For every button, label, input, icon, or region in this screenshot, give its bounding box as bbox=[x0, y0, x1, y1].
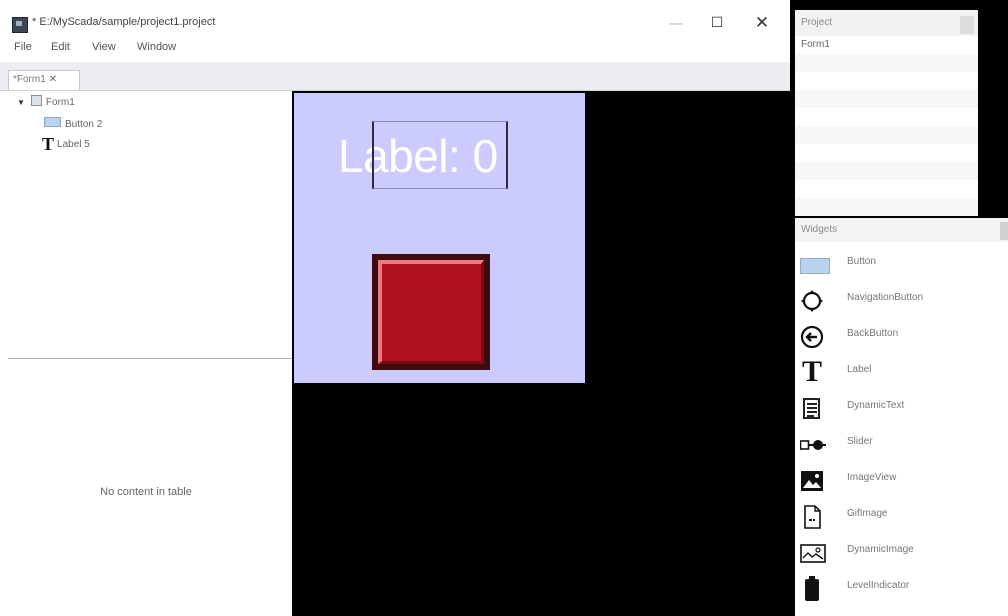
widget-label[interactable]: T Label bbox=[795, 354, 1008, 390]
tree-item-label: Form1 bbox=[45, 97, 75, 108]
list-row-empty bbox=[795, 90, 978, 108]
menu-window[interactable]: Window bbox=[137, 41, 176, 53]
project-panel: Project Form1 bbox=[795, 10, 978, 216]
minimize-button[interactable]: — bbox=[659, 10, 693, 36]
menu-file[interactable]: File bbox=[14, 41, 32, 53]
element-tree: ▼ Form1 Button 2 T Label 5 bbox=[0, 91, 292, 358]
tab-form1[interactable]: *Form1 ✕ bbox=[8, 70, 80, 90]
dynamic-image-icon bbox=[800, 541, 826, 565]
button-icon bbox=[800, 253, 830, 277]
button-icon bbox=[44, 117, 61, 127]
widget-navigation-button[interactable]: NavigationButton bbox=[795, 282, 1008, 318]
expand-arrow-icon[interactable]: ▼ bbox=[17, 98, 25, 107]
widget-level-indicator[interactable]: LevelIndicator bbox=[795, 570, 1008, 606]
window-title: * E:/MyScada/sample/project1.project bbox=[32, 16, 216, 28]
maximize-button[interactable]: ☐ bbox=[700, 10, 734, 36]
scrollbar[interactable] bbox=[1000, 222, 1008, 240]
image-icon bbox=[800, 469, 824, 493]
button-face bbox=[378, 260, 484, 364]
design-canvas[interactable]: Label: 0 bbox=[292, 91, 790, 616]
close-icon[interactable]: ✕ bbox=[49, 74, 57, 85]
menu-edit[interactable]: Edit bbox=[51, 41, 70, 53]
widget-image-view[interactable]: ImageView bbox=[795, 462, 1008, 498]
project-list: Form1 bbox=[795, 36, 978, 216]
list-row-empty bbox=[795, 162, 978, 180]
menu-bar: File Edit View Window bbox=[0, 38, 790, 60]
battery-icon bbox=[800, 576, 824, 601]
widget-label: DynamicImage bbox=[847, 544, 914, 555]
list-row-empty bbox=[795, 126, 978, 144]
tree-item-form1[interactable]: ▼ Form1 bbox=[17, 95, 75, 111]
widget-back-button[interactable]: BackButton bbox=[795, 318, 1008, 354]
tree-item-label-widget[interactable]: T Label 5 bbox=[42, 134, 90, 154]
widgets-panel: Widgets Button NavigationButton BackButt… bbox=[795, 218, 1008, 616]
list-row-empty bbox=[795, 144, 978, 162]
gif-file-icon bbox=[800, 505, 824, 529]
label-t-icon: T bbox=[801, 355, 822, 388]
widget-label: BackButton bbox=[847, 328, 899, 339]
widget-gif-image[interactable]: GifImage bbox=[795, 498, 1008, 534]
widget-dynamic-image[interactable]: DynamicImage bbox=[795, 534, 1008, 570]
panel-divider[interactable] bbox=[8, 358, 292, 359]
back-arrow-icon bbox=[800, 325, 824, 349]
properties-table: No content in table bbox=[0, 360, 292, 616]
widget-label: Label bbox=[847, 364, 872, 375]
list-row-empty bbox=[795, 180, 978, 198]
widget-button[interactable]: Button bbox=[795, 246, 1008, 282]
project-item-form1[interactable]: Form1 bbox=[795, 36, 978, 54]
list-row-empty bbox=[795, 108, 978, 126]
widget-label: DynamicText bbox=[847, 400, 905, 411]
slider-icon bbox=[799, 433, 826, 457]
widgets-header: Widgets bbox=[795, 218, 1008, 242]
tree-item-button[interactable]: Button 2 bbox=[44, 117, 102, 133]
tab-bar: *Form1 ✕ bbox=[0, 62, 790, 91]
title-bar: * E:/MyScada/sample/project1.project — ☐… bbox=[0, 0, 790, 38]
empty-table-message: No content in table bbox=[100, 486, 192, 498]
label-t-icon: T bbox=[42, 134, 55, 154]
widget-label: ImageView bbox=[847, 472, 897, 483]
widget-dynamic-text[interactable]: DynamicText bbox=[795, 390, 1008, 426]
widget-label: NavigationButton bbox=[847, 292, 924, 303]
list-row-empty bbox=[795, 72, 978, 90]
widget-slider[interactable]: Slider bbox=[795, 426, 1008, 462]
menu-view[interactable]: View bbox=[92, 41, 116, 53]
widget-label: Button bbox=[847, 256, 876, 267]
tab-label: *Form1 bbox=[13, 74, 46, 85]
selection-box[interactable] bbox=[372, 121, 508, 189]
form-canvas[interactable]: Label: 0 bbox=[294, 93, 585, 383]
widget-label: LevelIndicator bbox=[847, 580, 910, 591]
widget-label: GifImage bbox=[847, 508, 888, 519]
scrollbar[interactable] bbox=[960, 16, 974, 34]
main-window: * E:/MyScada/sample/project1.project — ☐… bbox=[0, 0, 790, 616]
document-icon bbox=[800, 397, 824, 421]
close-button[interactable]: ✕ bbox=[745, 10, 779, 36]
project-header: Project bbox=[795, 10, 978, 36]
tree-item-label: Label 5 bbox=[57, 139, 90, 150]
list-row-empty bbox=[795, 54, 978, 72]
widget-label: Slider bbox=[847, 436, 873, 447]
canvas-button-widget[interactable] bbox=[372, 254, 490, 370]
list-row-empty bbox=[795, 198, 978, 216]
navigation-icon bbox=[800, 289, 824, 313]
tree-item-label: Button 2 bbox=[65, 119, 103, 130]
form-icon bbox=[30, 95, 42, 106]
app-icon bbox=[12, 17, 28, 33]
